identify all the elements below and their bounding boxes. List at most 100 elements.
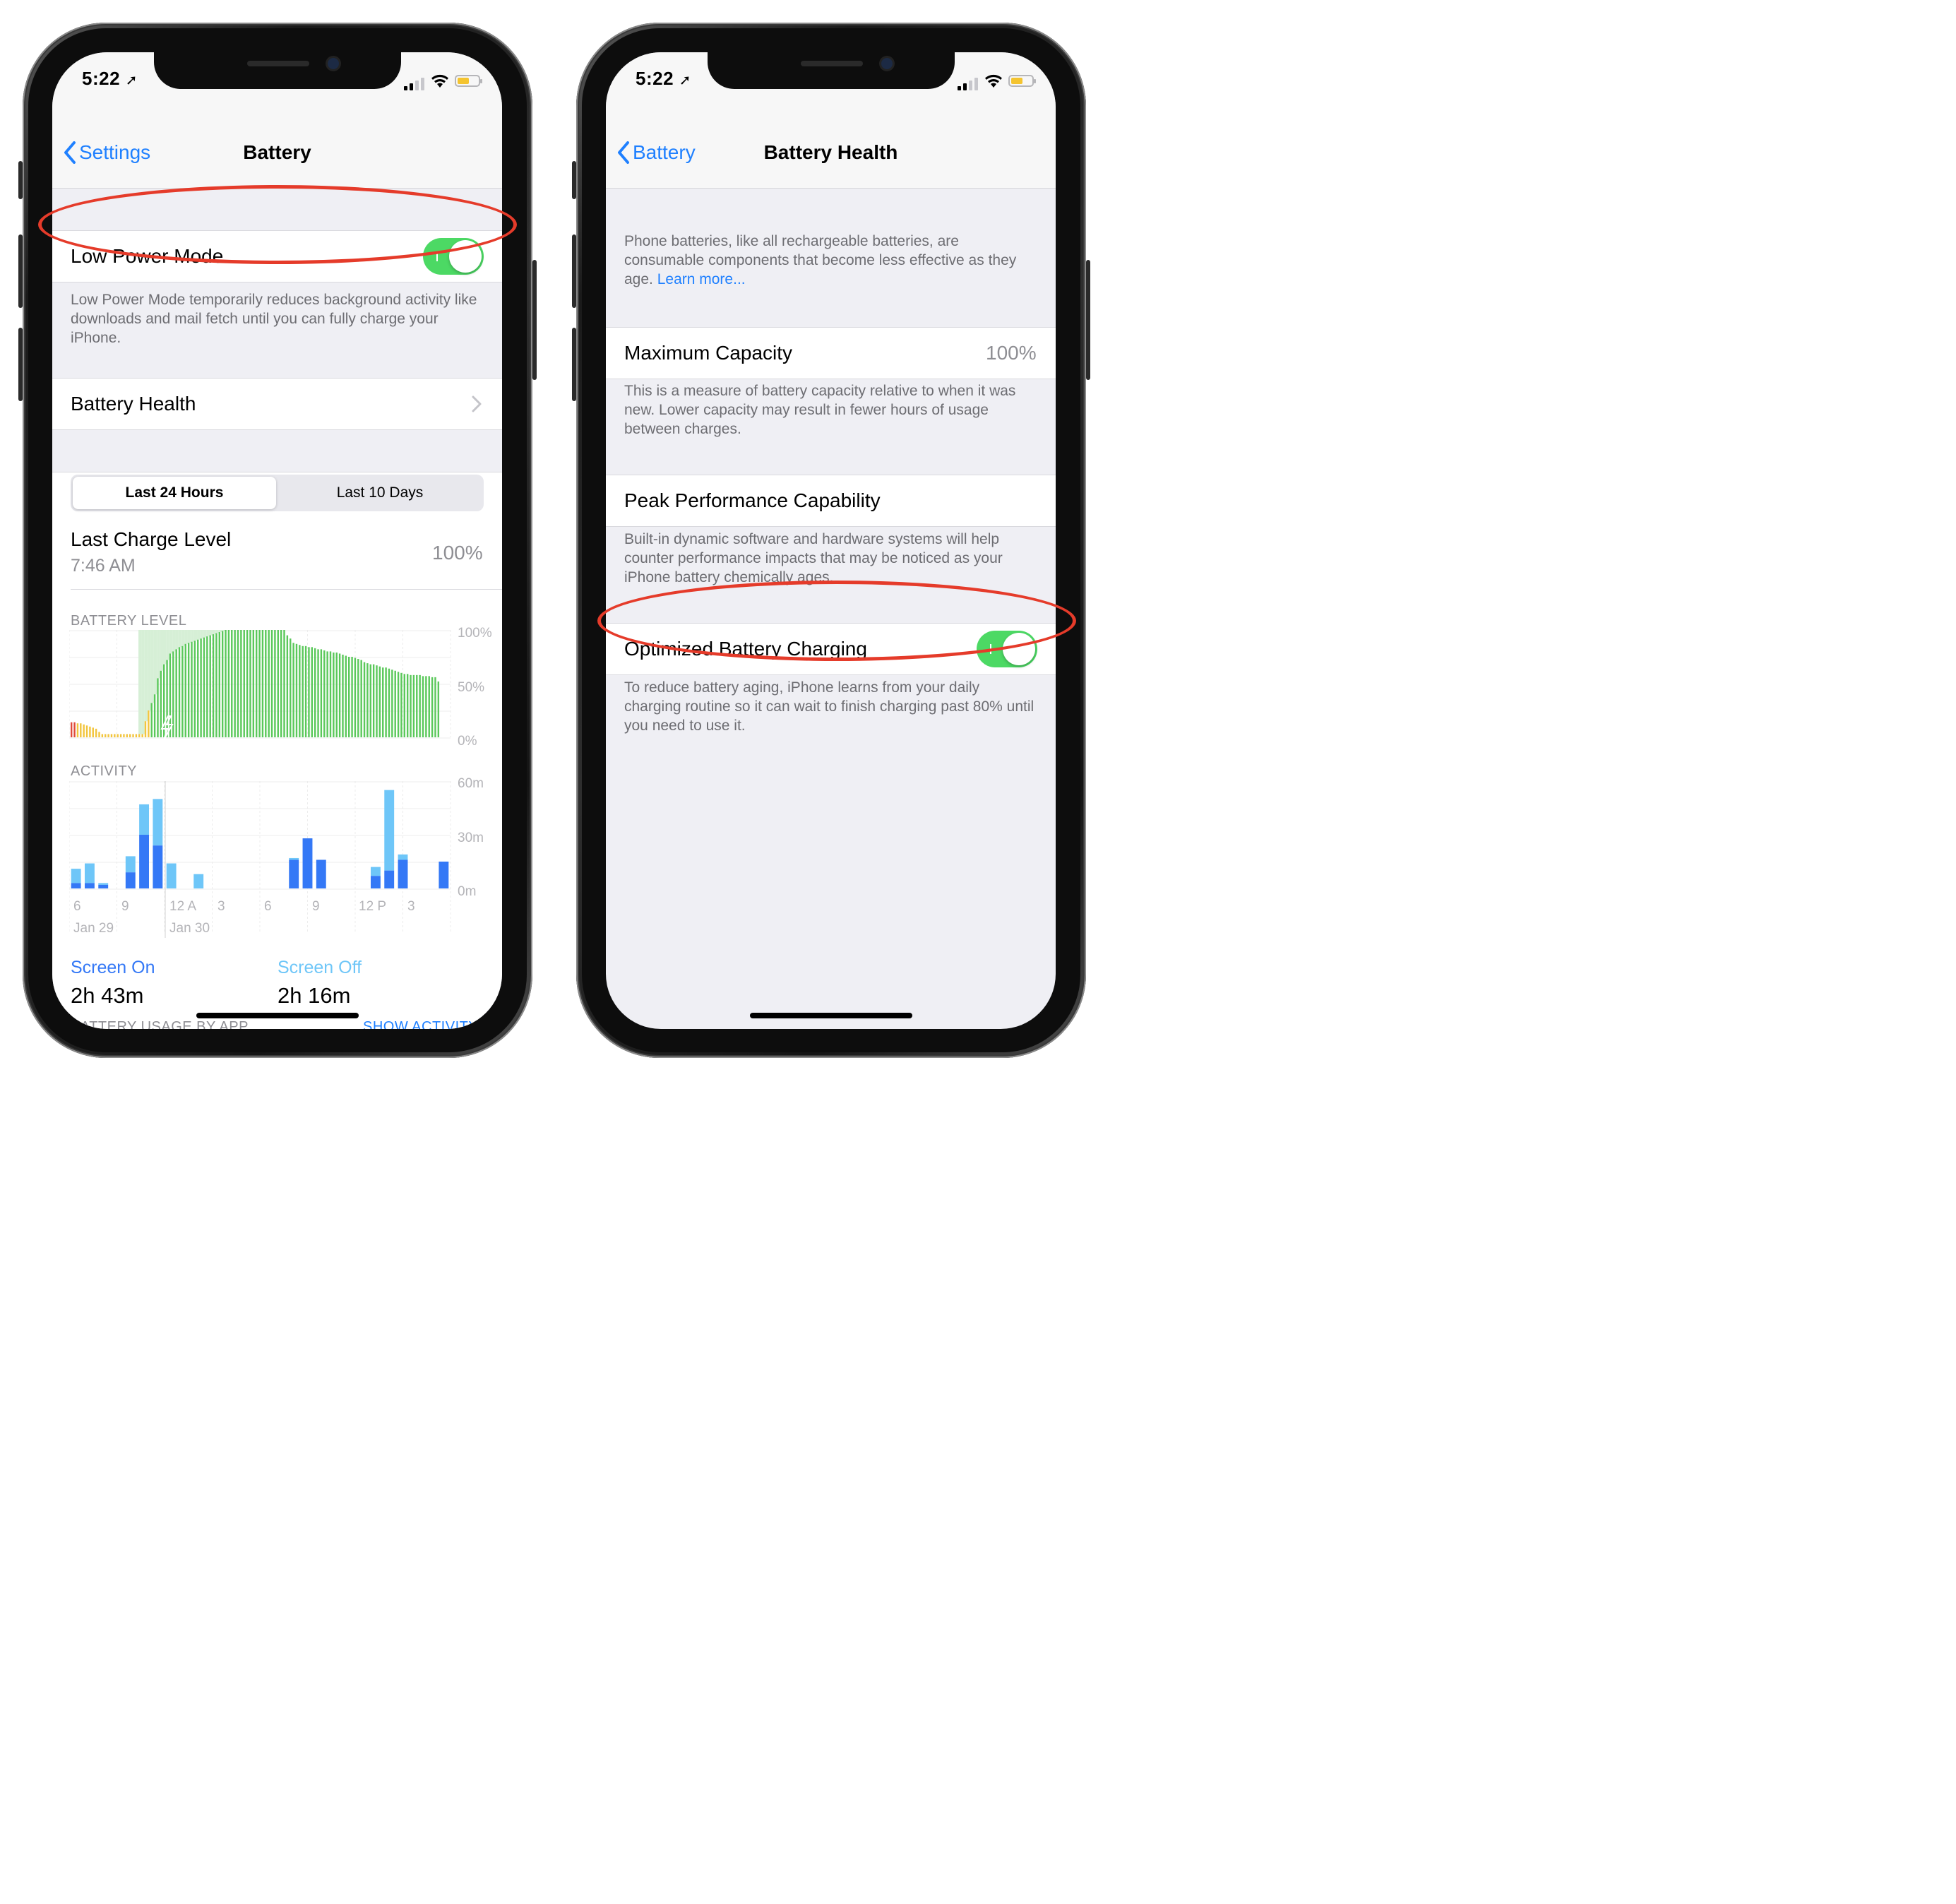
battery-bar xyxy=(160,670,162,737)
screen-on-bar xyxy=(125,872,136,888)
battery-bar xyxy=(311,647,314,737)
battery-bar xyxy=(338,653,341,737)
right-silent-switch xyxy=(572,161,576,199)
battery-bar xyxy=(348,657,350,737)
battery-bar xyxy=(227,630,230,737)
screen-off-bar xyxy=(384,790,395,871)
chevron-right-icon xyxy=(472,395,482,412)
maximum-capacity-row: Maximum Capacity 100% xyxy=(606,327,1056,379)
battery-bar xyxy=(397,672,400,737)
charging-hatch xyxy=(197,630,201,640)
location-arrow-icon: ➚ xyxy=(679,73,692,88)
battery-icon xyxy=(1008,75,1036,87)
activity-chart xyxy=(69,781,451,938)
battery-bar xyxy=(89,726,91,737)
activity-axis-60m: 60m xyxy=(458,776,484,791)
battery-bar xyxy=(410,674,412,737)
charging-hatch xyxy=(193,630,198,641)
learn-more-link[interactable]: Learn more... xyxy=(657,271,746,287)
battery-bar xyxy=(181,645,184,737)
battery-health-row[interactable]: Battery Health xyxy=(52,378,502,430)
battery-bar xyxy=(304,645,307,737)
battery-bar xyxy=(431,677,434,737)
battery-bar xyxy=(360,660,362,737)
battery-bar xyxy=(342,654,344,737)
battery-axis-100: 100% xyxy=(458,626,492,641)
segment-last-10-days[interactable]: Last 10 Days xyxy=(278,477,482,509)
right-power-button xyxy=(1086,260,1090,380)
annotation-ellipse-low-power xyxy=(38,185,517,264)
home-indicator[interactable] xyxy=(750,1013,912,1018)
usage-by-app-header: BATTERY USAGE BY APP xyxy=(71,1019,249,1029)
battery-axis-50: 50% xyxy=(458,680,485,695)
screen-on-bar xyxy=(302,838,313,888)
battery-bar xyxy=(261,630,264,737)
battery-bar xyxy=(400,672,402,737)
show-activity-link[interactable]: SHOW ACTIVITY xyxy=(363,1019,478,1029)
battery-bar xyxy=(372,664,375,737)
battery-bar xyxy=(206,636,208,737)
screen-on-bar xyxy=(71,883,81,888)
battery-bar xyxy=(105,734,107,737)
battery-bar xyxy=(366,663,369,737)
battery-bar xyxy=(107,734,109,737)
screen-on-value: 2h 43m xyxy=(71,983,144,1008)
battery-bar xyxy=(428,676,430,737)
left-silent-switch xyxy=(18,161,23,199)
peak-performance-row: Peak Performance Capability xyxy=(606,475,1056,527)
battery-bar xyxy=(283,630,285,737)
battery-bar xyxy=(212,634,215,737)
battery-bar xyxy=(132,734,134,737)
charging-hatch xyxy=(221,630,225,631)
battery-bar xyxy=(150,703,153,737)
nav-bar: Battery Battery Health xyxy=(606,109,1056,189)
battery-bar xyxy=(378,666,381,737)
battery-bar xyxy=(129,734,131,737)
peak-performance-footnote: Built-in dynamic software and hardware s… xyxy=(624,531,1003,585)
battery-bar xyxy=(148,710,150,737)
wifi-icon xyxy=(431,74,448,88)
home-indicator[interactable] xyxy=(196,1013,359,1018)
activity-axis-0m: 0m xyxy=(458,884,477,899)
battery-bar xyxy=(382,667,384,737)
left-phone-frame: 5:22 ➚ Settings Battery Low Power Mode L… xyxy=(18,23,537,1058)
maximum-capacity-label: Maximum Capacity xyxy=(624,342,793,364)
battery-bar xyxy=(270,630,273,737)
screen-off-bar xyxy=(166,863,177,888)
charging-hatch xyxy=(181,630,185,646)
charging-hatch xyxy=(153,630,157,695)
nav-bar: Settings Battery xyxy=(52,109,502,189)
battery-bar xyxy=(406,674,409,737)
battery-health-label: Battery Health xyxy=(71,393,196,415)
battery-bar xyxy=(178,647,181,737)
charging-hatch xyxy=(218,630,222,633)
charging-hatch xyxy=(138,630,142,734)
left-power-button xyxy=(532,260,537,380)
charging-hatch xyxy=(172,630,176,652)
screen-off-value: 2h 16m xyxy=(278,983,351,1008)
page-title: Battery Health xyxy=(763,141,898,163)
battery-bar xyxy=(144,721,147,737)
left-volume-down-button xyxy=(18,328,23,401)
segment-last-24-hours[interactable]: Last 24 Hours xyxy=(73,477,276,509)
battery-axis-0: 0% xyxy=(458,734,477,749)
screen-on-bar xyxy=(139,835,150,888)
x-tick: 3 xyxy=(407,899,415,914)
battery-bar xyxy=(221,631,224,737)
screen-off-bar xyxy=(398,854,408,860)
battery-bar xyxy=(308,647,310,737)
x-tick: 6 xyxy=(73,899,81,914)
charging-hatch xyxy=(187,630,191,643)
battery-bar xyxy=(434,677,436,737)
activity-axis-30m: 30m xyxy=(458,831,484,845)
battery-bar xyxy=(231,630,233,737)
battery-bar xyxy=(314,648,316,737)
charging-hatch xyxy=(166,630,169,660)
battery-bar xyxy=(123,734,125,737)
battery-bar xyxy=(394,670,396,737)
battery-bar xyxy=(274,630,276,737)
x-tick: 9 xyxy=(312,899,320,914)
battery-bar xyxy=(323,650,326,737)
battery-bar xyxy=(126,734,129,737)
battery-bar xyxy=(302,645,304,737)
